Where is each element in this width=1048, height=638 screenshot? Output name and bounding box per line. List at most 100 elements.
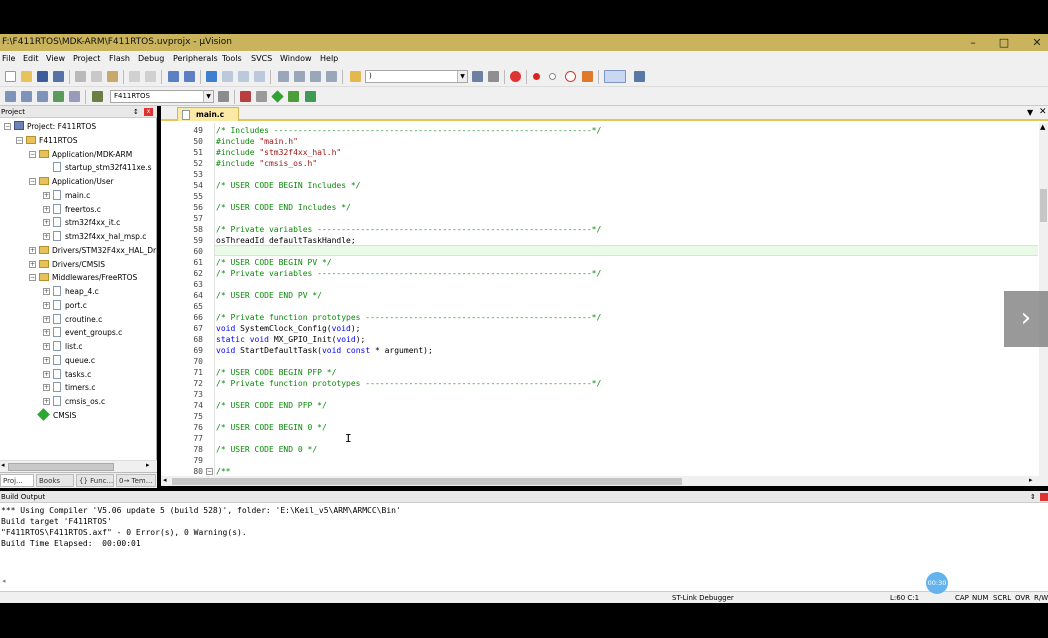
expand-icon[interactable]: + <box>43 329 50 337</box>
expand-icon[interactable]: + <box>29 246 36 254</box>
collapse-icon[interactable]: − <box>29 178 36 185</box>
tree-item[interactable]: Middlewares/FreeRTOS <box>39 271 137 284</box>
translate-icon[interactable] <box>5 91 16 102</box>
expand-icon[interactable]: + <box>43 315 50 323</box>
uncomment-icon[interactable] <box>326 71 337 82</box>
tree-item[interactable]: heap_4.c <box>53 285 99 298</box>
menu-flash[interactable]: Flash <box>109 51 130 66</box>
undo-icon[interactable] <box>129 71 140 82</box>
tree-item[interactable]: timers.c <box>53 381 95 394</box>
expand-icon[interactable]: + <box>43 301 50 309</box>
window-layout-icon[interactable] <box>604 70 626 83</box>
find-in-files-icon[interactable] <box>350 71 361 82</box>
expand-icon[interactable]: + <box>43 384 50 392</box>
save-all-icon[interactable] <box>53 71 64 82</box>
close-button[interactable]: ✕ <box>1020 34 1048 51</box>
tree-item[interactable]: F411RTOS <box>26 134 78 147</box>
next-bookmark-icon[interactable] <box>238 71 249 82</box>
run-time-env-icon[interactable] <box>271 90 284 103</box>
cut-icon[interactable] <box>75 71 86 82</box>
tree-item[interactable]: Project: F411RTOS <box>14 120 96 133</box>
chevron-down-icon[interactable]: ▼ <box>203 91 213 102</box>
paste-icon[interactable] <box>107 71 118 82</box>
batch-build-icon[interactable] <box>53 91 64 102</box>
debug-session-icon[interactable] <box>510 71 521 82</box>
tab-functions[interactable]: {} Func... <box>76 474 114 487</box>
target-options-icon[interactable] <box>218 91 229 102</box>
menu-peripherals[interactable]: Peripherals <box>173 51 218 66</box>
tab-templates[interactable]: 0→ Tem... <box>116 474 156 487</box>
tree-item[interactable]: Drivers/CMSIS <box>39 258 105 271</box>
chevron-right-icon[interactable]: ▸ <box>1029 476 1033 484</box>
close-icon[interactable]: x <box>144 108 153 116</box>
expand-icon[interactable]: + <box>43 343 50 350</box>
menu-edit[interactable]: Edit <box>23 51 39 66</box>
chevron-left-icon[interactable]: ◂ <box>2 577 6 585</box>
tree-item[interactable]: Application/User <box>39 175 114 188</box>
minimize-button[interactable]: – <box>956 34 990 51</box>
tree-item[interactable]: event_groups.c <box>53 326 122 339</box>
unindent-icon[interactable] <box>294 71 305 82</box>
tab-books[interactable]: Books <box>36 474 74 487</box>
expand-icon[interactable]: + <box>43 370 50 378</box>
fold-icon[interactable]: − <box>206 468 213 475</box>
save-icon[interactable] <box>37 71 48 82</box>
chevron-right-icon[interactable]: ▸ <box>146 461 150 469</box>
tree-item[interactable]: CMSIS <box>37 407 76 422</box>
menu-window[interactable]: Window <box>280 51 312 66</box>
build-icon[interactable] <box>21 91 32 102</box>
code-view[interactable]: /* Includes ----------------------------… <box>214 123 1039 476</box>
bookmark-icon[interactable] <box>206 71 217 82</box>
expand-icon[interactable]: + <box>43 219 50 227</box>
kill-breakpoints-icon[interactable] <box>565 71 576 82</box>
menu-tools[interactable]: Tools <box>222 51 242 66</box>
file-extensions-icon[interactable] <box>256 91 267 102</box>
menu-svcs[interactable]: SVCS <box>251 51 272 66</box>
tree-item[interactable]: Application/MDK-ARM <box>39 148 132 161</box>
collapse-icon[interactable]: − <box>4 123 11 130</box>
pack-installer-icon[interactable] <box>288 91 299 102</box>
tree-item[interactable]: cmsis_os.c <box>53 395 105 408</box>
new-file-icon[interactable] <box>5 71 16 82</box>
breakpoint-icon[interactable] <box>533 73 540 80</box>
redo-icon[interactable] <box>145 71 156 82</box>
tree-horizontal-scrollbar[interactable]: ◂ ▸ <box>0 460 157 472</box>
menu-help[interactable]: Help <box>320 51 338 66</box>
expand-icon[interactable]: + <box>43 205 50 213</box>
tree-item[interactable]: queue.c <box>53 354 95 367</box>
chevron-down-icon[interactable]: ▼ <box>1027 108 1033 117</box>
rebuild-icon[interactable] <box>37 91 48 102</box>
disable-breakpoint-icon[interactable] <box>549 73 556 80</box>
expand-icon[interactable]: + <box>43 233 50 240</box>
tree-item[interactable]: stm32f4xx_it.c <box>53 216 120 229</box>
tree-item[interactable]: Drivers/STM32F4xx_HAL_Dr <box>39 244 156 257</box>
open-folder-icon[interactable] <box>21 71 32 82</box>
scrollbar-thumb[interactable] <box>8 463 114 471</box>
pin-icon[interactable]: ↕ <box>133 106 139 118</box>
maximize-button[interactable]: □ <box>987 34 1021 51</box>
chevron-down-icon[interactable]: ▼ <box>457 71 467 82</box>
tree-item[interactable]: tasks.c <box>53 368 91 381</box>
chevron-left-icon[interactable]: ◂ <box>1 461 5 469</box>
editor-horizontal-scrollbar[interactable]: ◂ ▸ <box>161 476 1048 486</box>
clear-breakpoints-icon[interactable] <box>582 71 593 82</box>
tree-item[interactable]: main.c <box>53 189 90 202</box>
chevron-up-icon[interactable]: ▲ <box>1040 123 1045 131</box>
copy-icon[interactable] <box>91 71 102 82</box>
tree-item[interactable]: croutine.c <box>53 313 102 326</box>
expand-icon[interactable]: + <box>43 288 50 295</box>
comment-icon[interactable] <box>310 71 321 82</box>
collapse-icon[interactable]: − <box>29 274 36 282</box>
collapse-icon[interactable]: − <box>16 136 23 144</box>
menu-project[interactable]: Project <box>73 51 100 66</box>
tab-main-c[interactable]: main.c <box>177 107 239 121</box>
manage-project-icon[interactable] <box>240 91 251 102</box>
stop-build-icon[interactable] <box>69 91 80 102</box>
next-slide-button[interactable]: › <box>1004 291 1048 347</box>
menu-view[interactable]: View <box>46 51 65 66</box>
tree-item[interactable]: port.c <box>53 299 87 312</box>
menu-file[interactable]: File <box>2 51 15 66</box>
find-combo[interactable]: ) ▼ <box>365 70 468 83</box>
expand-icon[interactable]: + <box>43 398 50 405</box>
configure-icon[interactable] <box>634 71 645 82</box>
